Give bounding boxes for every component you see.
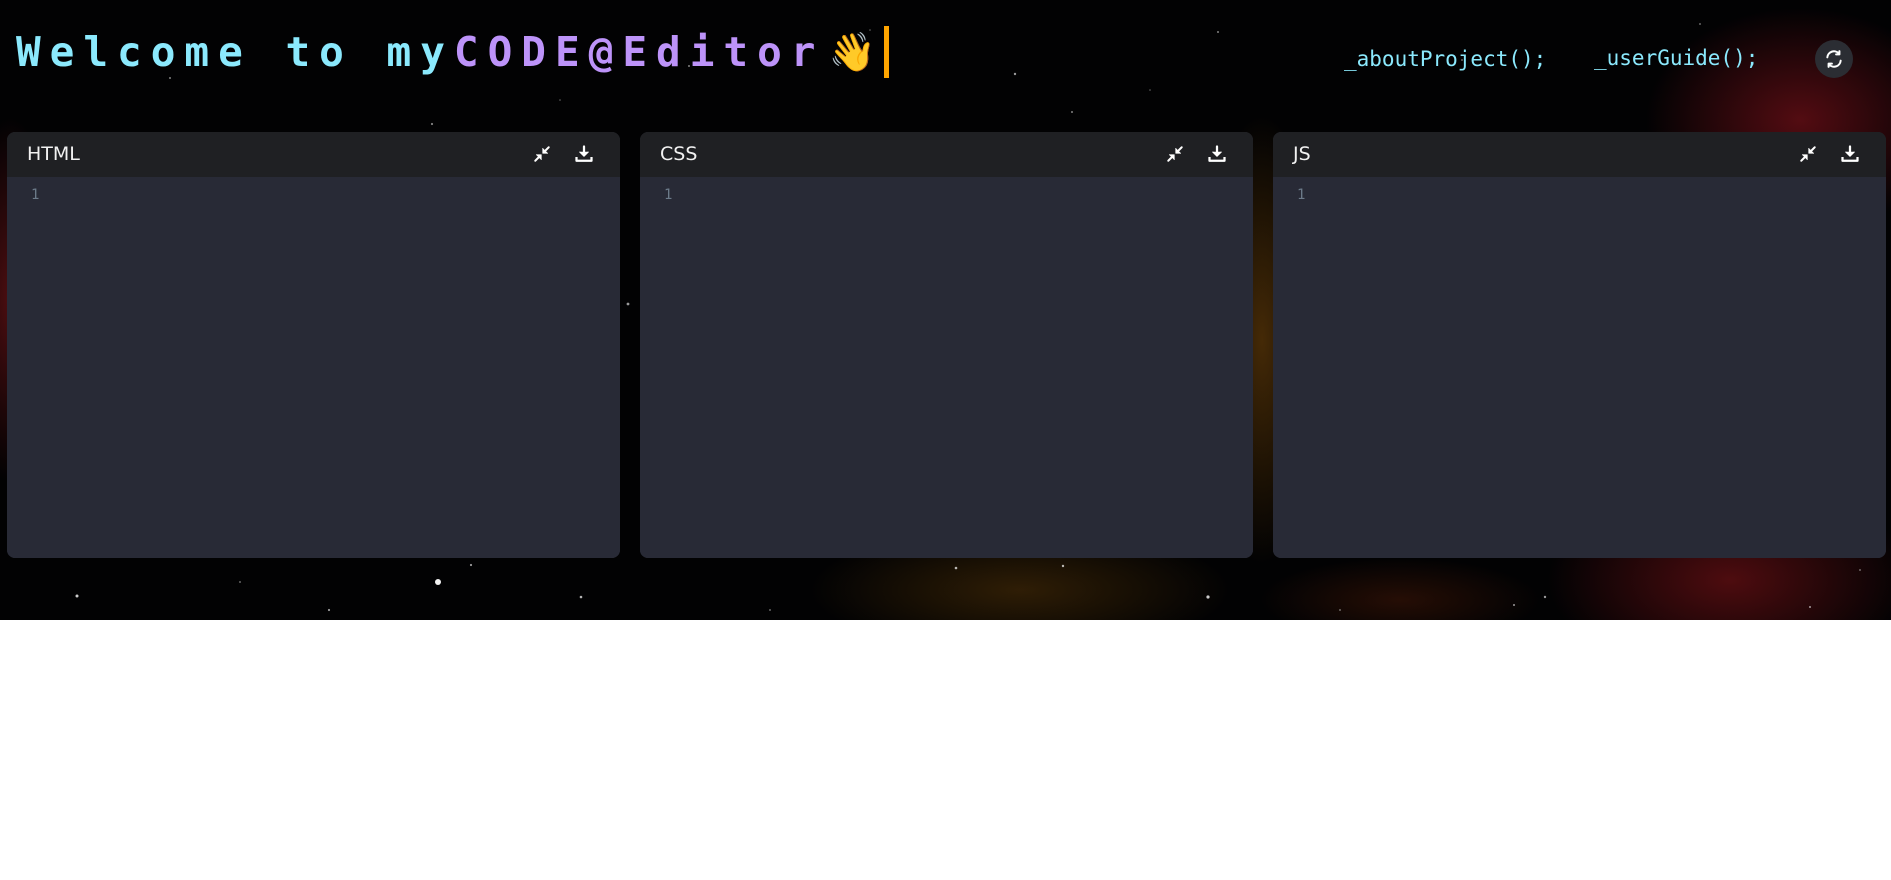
download-icon[interactable] xyxy=(1206,143,1228,165)
line-number: 1 xyxy=(31,187,40,203)
about-project-link[interactable]: _aboutProject(); xyxy=(1344,47,1546,71)
typing-caret xyxy=(883,26,889,78)
wave-emoji: 👋 xyxy=(828,29,876,74)
js-code-area[interactable]: 1 xyxy=(1273,177,1886,558)
html-editor-title: HTML xyxy=(27,143,80,165)
css-editor-title: CSS xyxy=(660,143,698,165)
download-icon[interactable] xyxy=(1839,143,1861,165)
refresh-icon xyxy=(1826,50,1842,68)
user-guide-link[interactable]: _userGuide(); xyxy=(1594,46,1758,70)
js-editor-panel: JS 1 xyxy=(1273,132,1886,558)
css-editor-header: CSS xyxy=(640,132,1253,177)
minimize-icon[interactable] xyxy=(1797,143,1819,165)
welcome-brand: CODE@Editor xyxy=(453,28,825,76)
minimize-icon[interactable] xyxy=(531,143,553,165)
js-editor-header: JS xyxy=(1273,132,1886,177)
welcome-prefix: Welcome to my xyxy=(16,28,454,76)
html-editor-header: HTML xyxy=(7,132,620,177)
line-number: 1 xyxy=(664,187,673,203)
welcome-heading: Welcome to my CODE@Editor 👋 xyxy=(16,26,889,78)
minimize-icon[interactable] xyxy=(1164,143,1186,165)
line-number: 1 xyxy=(1297,187,1306,203)
css-editor-panel: CSS 1 xyxy=(640,132,1253,558)
html-editor-panel: HTML 1 xyxy=(7,132,620,558)
css-code-area[interactable]: 1 xyxy=(640,177,1253,558)
js-editor-title: JS xyxy=(1293,143,1311,165)
refresh-button[interactable] xyxy=(1815,40,1853,78)
html-code-area[interactable]: 1 xyxy=(7,177,620,558)
download-icon[interactable] xyxy=(573,143,595,165)
